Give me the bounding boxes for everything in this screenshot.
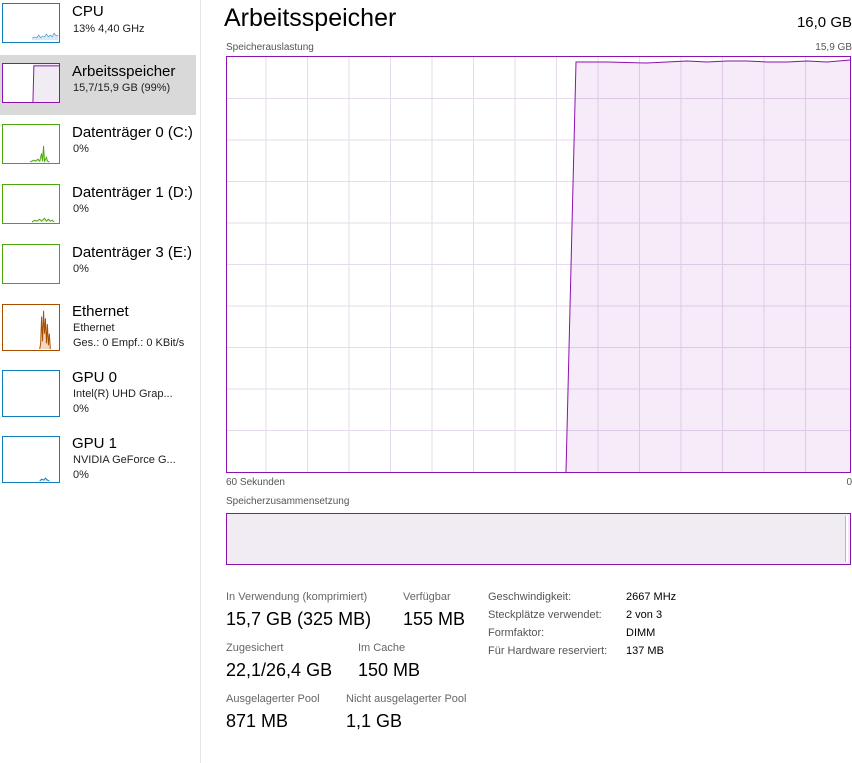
available-value: 155 MB: [403, 609, 466, 629]
memory-usage-graph: [226, 56, 851, 473]
cpu-thumbnail: [2, 3, 60, 43]
hardware-reserved-value: 137 MB: [626, 645, 664, 657]
nonpaged-pool-value: 1,1 GB: [346, 711, 403, 731]
sidebar-item-title: GPU 1: [72, 435, 118, 452]
slots-label: Steckplätze verwendet:: [488, 609, 602, 621]
form-factor-label: Formfaktor:: [488, 627, 545, 639]
sidebar-item-subtitle: 15,7/15,9 GB (99%): [73, 82, 171, 94]
disk-3-thumbnail: [2, 244, 60, 284]
memory-usage-area: [566, 60, 850, 472]
sidebar-item-subtitle: 0%: [73, 203, 89, 215]
sidebar-item-subtitle: Ethernet: [73, 322, 115, 334]
speed-label: Geschwindigkeit:: [488, 591, 572, 603]
committed-label: Zugesichert: [226, 642, 284, 654]
main-panel: Arbeitsspeicher 16,0 GB Speicherauslastu…: [200, 0, 852, 763]
ethernet-thumbnail: [2, 304, 60, 351]
usage-graph-max: 15,9 GB: [815, 42, 852, 53]
sidebar-item-memory[interactable]: Arbeitsspeicher 15,7/15,9 GB (99%): [0, 55, 196, 115]
sidebar-item-subtitle: 0%: [73, 263, 89, 275]
sidebar-item-detail: 0%: [73, 403, 89, 415]
usage-graph-caption: Speicherauslastung: [226, 42, 314, 53]
gpu-1-thumbnail: [2, 436, 60, 483]
sidebar-item-subtitle: Intel(R) UHD Grap...: [73, 388, 173, 400]
sidebar-item-subtitle: 0%: [73, 143, 89, 155]
sidebar-item-ethernet[interactable]: Ethernet Ethernet Ges.: 0 Empf.: 0 KBit/…: [0, 300, 196, 362]
memory-usage-chart: [227, 57, 850, 472]
sidebar-item-title: Datenträger 1 (D:): [72, 184, 193, 201]
total-memory: 16,0 GB: [796, 14, 852, 31]
nonpaged-pool-label: Nicht ausgelagerter Pool: [346, 693, 467, 705]
sidebar-item-title: Ethernet: [72, 303, 129, 320]
sidebar-item-title: Datenträger 0 (C:): [72, 124, 193, 141]
slots-value: 2 von 3: [626, 609, 663, 621]
disk-0-thumbnail: [2, 124, 60, 164]
sidebar-item-disk-1[interactable]: Datenträger 1 (D:) 0%: [0, 180, 196, 240]
sidebar-item-disk-0[interactable]: Datenträger 0 (C:) 0%: [0, 120, 196, 180]
cached-value: 150 MB: [358, 660, 421, 680]
memory-composition-bar: [226, 513, 851, 565]
sidebar-item-title: Arbeitsspeicher: [72, 63, 176, 80]
sidebar-item-subtitle: NVIDIA GeForce G...: [73, 454, 176, 466]
time-axis-end: 0: [846, 477, 852, 488]
sidebar-item-gpu-0[interactable]: GPU 0 Intel(R) UHD Grap... 0%: [0, 368, 196, 430]
gpu-0-thumbnail: [2, 370, 60, 417]
sidebar-item-title: CPU: [72, 3, 104, 20]
form-factor-value: DIMM: [626, 627, 656, 639]
page-title: Arbeitsspeicher: [224, 4, 397, 32]
composition-caption: Speicherzusammensetzung: [226, 496, 350, 507]
in-use-label: In Verwendung (komprimiert): [226, 591, 368, 603]
memory-thumbnail: [2, 63, 60, 103]
paged-pool-label: Ausgelagerter Pool: [226, 693, 320, 705]
sidebar-item-detail: Ges.: 0 Empf.: 0 KBit/s: [73, 337, 185, 349]
sidebar-item-gpu-1[interactable]: GPU 1 NVIDIA GeForce G... 0%: [0, 434, 196, 496]
sidebar-item-cpu[interactable]: CPU 13% 4,40 GHz: [0, 0, 196, 60]
sidebar-item-title: GPU 0: [72, 369, 118, 386]
sidebar-item-disk-3[interactable]: Datenträger 3 (E:) 0%: [0, 240, 196, 300]
committed-value: 22,1/26,4 GB: [226, 660, 333, 680]
composition-free-segment: [845, 516, 848, 562]
speed-value: 2667 MHz: [626, 591, 677, 603]
sidebar-item-title: Datenträger 3 (E:): [72, 244, 193, 261]
time-axis-start: 60 Sekunden: [226, 477, 285, 488]
cached-label: Im Cache: [358, 642, 406, 654]
available-label: Verfügbar: [403, 591, 451, 603]
paged-pool-value: 871 MB: [226, 711, 289, 731]
hardware-reserved-label: Für Hardware reserviert:: [488, 645, 608, 657]
sidebar: CPU 13% 4,40 GHz Arbeitsspeicher 15,7/15…: [0, 0, 201, 763]
sidebar-item-subtitle: 13% 4,40 GHz: [73, 23, 145, 35]
disk-1-thumbnail: [2, 184, 60, 224]
sidebar-item-detail: 0%: [73, 469, 89, 481]
in-use-value: 15,7 GB (325 MB): [226, 609, 372, 629]
